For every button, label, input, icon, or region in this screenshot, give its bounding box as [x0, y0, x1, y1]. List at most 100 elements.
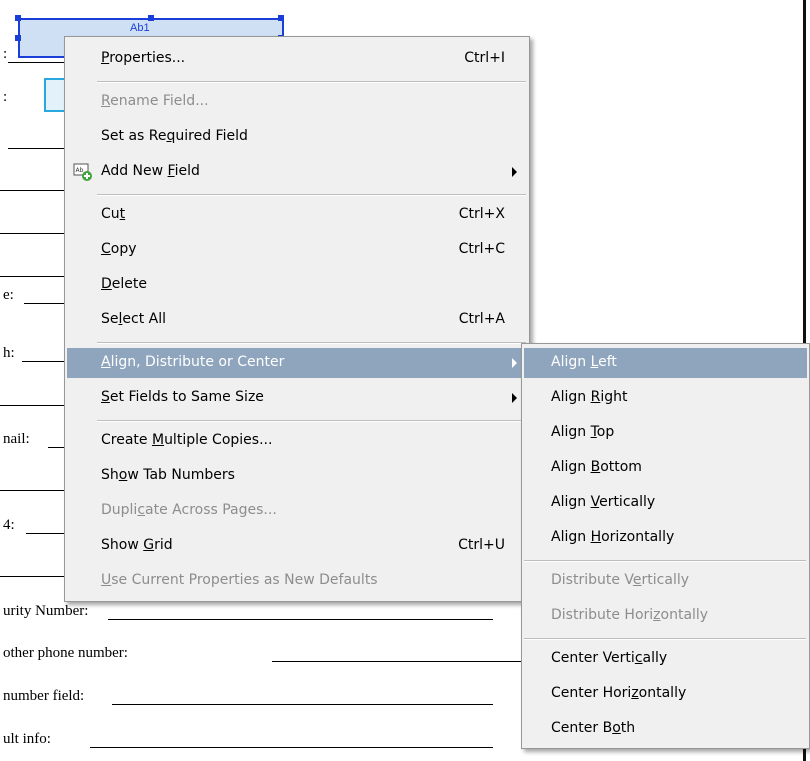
- menu-item-properties[interactable]: Properties... Ctrl+I: [67, 44, 527, 74]
- menu-separator: [97, 342, 526, 344]
- field-underline: [0, 490, 68, 491]
- label-text: Dupli: [101, 502, 138, 518]
- menu-item-label: Show Grid: [101, 537, 173, 553]
- resize-handle[interactable]: [15, 35, 21, 41]
- shortcut: Ctrl+U: [458, 537, 505, 553]
- menu-item-label: Duplicate Across Pages...: [101, 502, 277, 518]
- menu-item-label: Distribute Vertically: [551, 572, 689, 588]
- menu-item-multiple-copies[interactable]: Create Multiple Copies...: [67, 426, 527, 456]
- menu-item-align-distribute-center[interactable]: Align, Distribute or Center: [67, 348, 527, 378]
- resize-handle[interactable]: [148, 15, 154, 21]
- label-text: elete: [111, 276, 147, 292]
- menu-item-label: Properties...: [101, 50, 185, 66]
- label-text: ield: [174, 163, 200, 179]
- menu-separator: [524, 638, 806, 640]
- label-text: Center Verti: [551, 650, 635, 666]
- submenu-item-align-top[interactable]: Align Top: [524, 418, 807, 448]
- label-text: w Tab Numbers: [127, 467, 235, 483]
- menu-item-select-all[interactable]: Select All Ctrl+A: [67, 305, 527, 335]
- submenu-item-align-horizontally[interactable]: Align Horizontally: [524, 523, 807, 553]
- label-text: se Current Properties as New Defaults: [111, 572, 378, 588]
- submenu-item-align-vertically[interactable]: Align Vertically: [524, 488, 807, 518]
- submenu-item-align-bottom[interactable]: Align Bottom: [524, 453, 807, 483]
- add-field-icon: Ab: [73, 163, 92, 181]
- label-text: ight: [600, 389, 628, 405]
- label-text: Align: [551, 494, 591, 510]
- access-key: G: [143, 537, 155, 553]
- menu-item-show-grid[interactable]: Show Grid Ctrl+U: [67, 531, 527, 561]
- label-text: Align: [551, 354, 591, 370]
- menu-item-copy[interactable]: Copy Ctrl+C: [67, 235, 527, 265]
- label-text: ally: [642, 650, 668, 666]
- field-label: urity Number:: [3, 603, 89, 619]
- label-text: ename Field...: [110, 93, 209, 109]
- menu-separator: [97, 420, 526, 422]
- label-text: ertically: [599, 494, 656, 510]
- field-name-tag: Ab1: [130, 22, 150, 34]
- access-key: A: [101, 354, 111, 370]
- menu-item-label: Align Horizontally: [551, 529, 674, 545]
- menu-item-label: Show Tab Numbers: [101, 467, 235, 483]
- menu-item-duplicate-across-pages: Duplicate Across Pages...: [67, 496, 527, 526]
- field-underline: [0, 576, 68, 577]
- label-text: Align: [551, 389, 591, 405]
- label-text: Add New: [101, 163, 168, 179]
- field-label: other phone number:: [3, 645, 128, 661]
- field-underline: [112, 704, 493, 705]
- field-underline: [0, 190, 68, 191]
- field-label: ult info:: [3, 731, 51, 747]
- submenu-item-distribute-vertically: Distribute Vertically: [524, 566, 807, 596]
- menu-item-label: Center Both: [551, 720, 635, 736]
- menu-item-label: Distribute Horizontally: [551, 607, 708, 623]
- field-label: number field:: [3, 688, 85, 704]
- menu-item-delete[interactable]: Delete: [67, 270, 527, 300]
- field-underline: [8, 148, 68, 149]
- field-underline: [8, 62, 68, 63]
- label-text: ontally: [660, 607, 709, 623]
- label-text: Align: [551, 459, 591, 475]
- field-label: :: [3, 46, 8, 62]
- access-key: c: [137, 502, 146, 518]
- menu-item-label: Align Vertically: [551, 494, 655, 510]
- menu-item-label: Copy: [101, 241, 137, 257]
- menu-item-same-size[interactable]: Set Fields to Same Size: [67, 383, 527, 413]
- label-text: th: [620, 720, 636, 736]
- menu-item-label: Cut: [101, 206, 125, 222]
- menu-item-label: Create Multiple Copies...: [101, 432, 272, 448]
- submenu-arrow-icon: [512, 358, 517, 368]
- align-submenu: Align Left Align Right Align Top Align B…: [521, 343, 810, 749]
- label-text: Set as Re: [101, 128, 167, 144]
- label-text: rid: [154, 537, 173, 553]
- menu-item-cut[interactable]: Cut Ctrl+X: [67, 200, 527, 230]
- submenu-item-center-both[interactable]: Center Both: [524, 714, 807, 744]
- access-key: L: [590, 354, 599, 370]
- label-text: lign, Distribute or Center: [110, 354, 285, 370]
- field-underline: [24, 303, 68, 304]
- menu-item-show-tab-numbers[interactable]: Show Tab Numbers: [67, 461, 527, 491]
- menu-item-label: Set as Required Field: [101, 128, 248, 144]
- submenu-item-center-horizontally[interactable]: Center Horizontally: [524, 679, 807, 709]
- field-underline: [0, 276, 68, 277]
- resize-handle[interactable]: [15, 15, 21, 21]
- shortcut: Ctrl+I: [464, 50, 505, 66]
- menu-item-label: Center Vertically: [551, 650, 667, 666]
- access-key: M: [151, 432, 165, 448]
- menu-item-add-new-field[interactable]: Ab Add New Field: [67, 157, 527, 187]
- label-text: Show: [101, 537, 144, 553]
- access-key: c: [634, 650, 643, 666]
- field-underline: [90, 747, 493, 748]
- field-underline: [22, 361, 68, 362]
- submenu-item-center-vertically[interactable]: Center Vertically: [524, 644, 807, 674]
- access-key: P: [101, 50, 110, 66]
- shortcut: Ctrl+A: [458, 311, 505, 327]
- menu-item-set-required[interactable]: Set as Required Field: [67, 122, 527, 152]
- field-underline: [108, 619, 493, 620]
- label-text: ect All: [122, 311, 166, 327]
- label-text: opy: [110, 241, 137, 257]
- resize-handle[interactable]: [278, 15, 284, 21]
- submenu-item-align-left[interactable]: Align Left: [524, 348, 807, 378]
- access-key: S: [101, 389, 110, 405]
- submenu-item-align-right[interactable]: Align Right: [524, 383, 807, 413]
- label-text: et Fields to Same Size: [109, 389, 264, 405]
- access-key: R: [101, 93, 111, 109]
